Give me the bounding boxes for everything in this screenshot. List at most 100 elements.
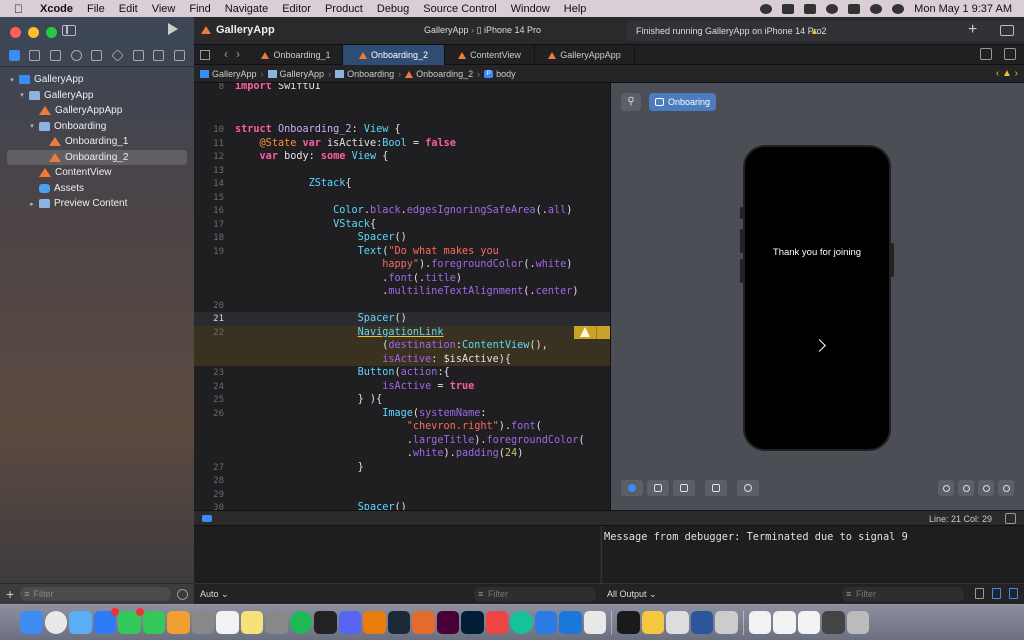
menu-help[interactable]: Help [557, 3, 594, 15]
tree-item-galleryappapp[interactable]: GalleryAppApp [0, 103, 194, 119]
settings-icon[interactable] [265, 611, 288, 634]
menubar-clock[interactable]: Mon May 1 9:37 AM [914, 3, 1012, 15]
zoom-window-button[interactable] [46, 27, 57, 38]
find-navigator-icon[interactable] [70, 50, 82, 61]
adobe-xd-icon[interactable] [436, 611, 459, 634]
messages-icon[interactable] [142, 611, 165, 634]
close-window-button[interactable] [10, 27, 21, 38]
document-thumbnail-icon[interactable] [797, 611, 820, 634]
creative-cloud-dock-icon[interactable] [485, 611, 508, 634]
inspector-toggle-icon[interactable] [1000, 25, 1014, 36]
tab-onboarding-2[interactable]: Onboarding_2 [343, 45, 445, 65]
issue-navigation-icon[interactable]: ‹ ▲ › [996, 68, 1018, 79]
split-view-icon[interactable] [1005, 513, 1016, 524]
show-console-icon[interactable] [1009, 588, 1018, 599]
app-store-icon[interactable] [69, 611, 92, 634]
menu-navigate[interactable]: Navigate [218, 3, 275, 15]
editor-options-icon[interactable] [980, 48, 992, 60]
chrome-icon[interactable] [44, 611, 67, 634]
steam-icon[interactable] [387, 611, 410, 634]
visual-studio-code-icon[interactable] [534, 611, 557, 634]
menu-source-control[interactable]: Source Control [416, 3, 503, 15]
recent-window-icon[interactable] [715, 611, 738, 634]
spotify-icon[interactable] [289, 611, 312, 634]
show-variables-icon[interactable] [992, 588, 1001, 599]
add-file-icon[interactable]: + [6, 586, 14, 602]
grammarly-icon[interactable] [510, 611, 533, 634]
variables-filter-field[interactable]: Filter [474, 587, 596, 602]
warning-badge[interactable] [574, 326, 610, 339]
tree-item-contentview[interactable]: ContentView [0, 165, 194, 181]
menu-window[interactable]: Window [504, 3, 557, 15]
apple-menu-icon[interactable]:  [0, 2, 33, 16]
back-arrow-icon[interactable]: ‹ [224, 47, 228, 61]
run-icon[interactable] [168, 23, 178, 35]
recent-document-icon[interactable] [666, 611, 689, 634]
word-icon[interactable] [690, 611, 713, 634]
gitkraken-icon[interactable] [412, 611, 435, 634]
trash-dock-icon[interactable] [846, 611, 869, 634]
report-navigator-icon[interactable] [174, 50, 186, 61]
forward-arrow-icon[interactable]: › [236, 47, 240, 61]
sidebar-toggle-icon[interactable] [62, 25, 76, 36]
menu-app-name[interactable]: Xcode [33, 3, 80, 15]
menu-view[interactable]: View [145, 3, 183, 15]
issue-navigator-icon[interactable] [91, 50, 103, 61]
search-icon[interactable] [848, 3, 861, 14]
zoom-100-button[interactable] [978, 480, 994, 496]
document-thumbnail-icon[interactable] [773, 611, 796, 634]
terminal-icon[interactable] [617, 611, 640, 634]
tree-item-galleryapp[interactable]: ▾ GalleryApp [0, 72, 194, 88]
tab-contentview[interactable]: ContentView [445, 45, 535, 65]
tab-galleryappapp[interactable]: GalleryAppApp [535, 45, 635, 65]
navigator-filter-field[interactable]: ≡ Filter [20, 587, 171, 601]
project-navigator-icon[interactable] [8, 50, 20, 61]
siri-icon[interactable] [892, 3, 905, 14]
jump-item-file[interactable]: Onboarding_2 [405, 69, 473, 79]
document-thumbnail-icon[interactable] [748, 611, 771, 634]
console-filter-field[interactable]: Filter [842, 587, 964, 602]
debug-navigator-icon[interactable] [132, 50, 144, 61]
warning-indicator[interactable]: ▲ 2 [810, 26, 826, 36]
jump-item-project[interactable]: GalleryApp [200, 69, 257, 79]
variables-scope-select[interactable]: Auto ⌄ [200, 589, 229, 600]
live-mode-button[interactable] [621, 480, 643, 496]
live-app-icon[interactable] [314, 611, 337, 634]
discord-icon[interactable] [338, 611, 361, 634]
mail-icon[interactable] [93, 608, 119, 634]
test-navigator-icon[interactable] [111, 49, 124, 62]
disclosure-open-icon[interactable]: ▾ [18, 91, 26, 99]
code-editor[interactable]: 8 import SwiftUI 10 struct Onboarding_2: V… [194, 83, 610, 510]
jump-item-group[interactable]: GalleryApp [267, 69, 324, 79]
calendar-icon[interactable] [216, 611, 239, 634]
zoom-fit-button[interactable] [998, 480, 1014, 496]
wifi-icon[interactable] [826, 3, 839, 14]
symbol-navigator-icon[interactable] [50, 50, 62, 61]
device-settings-button[interactable] [705, 480, 727, 496]
downloads-stack-icon[interactable] [822, 611, 845, 634]
variables-view[interactable] [194, 526, 600, 583]
tree-item-onboarding-2[interactable]: Onboarding_2 [7, 149, 187, 165]
menu-product[interactable]: Product [318, 3, 370, 15]
photos-icon[interactable] [167, 611, 190, 634]
contacts-icon[interactable] [191, 611, 214, 634]
trash-icon[interactable] [975, 588, 984, 599]
jump-item-symbol[interactable]: Pbody [484, 69, 516, 79]
chevron-right-icon[interactable] [813, 339, 826, 352]
disclosure-open-icon[interactable]: ▾ [8, 76, 16, 84]
pin-icon[interactable]: ⚲ [621, 93, 641, 111]
variants-button[interactable] [673, 480, 695, 496]
finder-icon[interactable] [20, 611, 43, 634]
disclosure-closed-icon[interactable]: ▸ [28, 200, 36, 208]
zoom-out-button[interactable] [938, 480, 954, 496]
jump-item-folder[interactable]: Onboarding [335, 69, 394, 79]
preview-app-icon[interactable] [583, 611, 606, 634]
preview-device-button[interactable] [737, 480, 759, 496]
battery-icon[interactable] [804, 3, 817, 14]
split-editor-icon[interactable] [1004, 48, 1016, 60]
creative-cloud-icon[interactable] [760, 3, 773, 14]
menu-file[interactable]: File [80, 3, 112, 15]
minimize-window-button[interactable] [28, 27, 39, 38]
preview-chip[interactable]: Onboaring [649, 93, 717, 111]
app-status-icon[interactable] [782, 3, 795, 14]
